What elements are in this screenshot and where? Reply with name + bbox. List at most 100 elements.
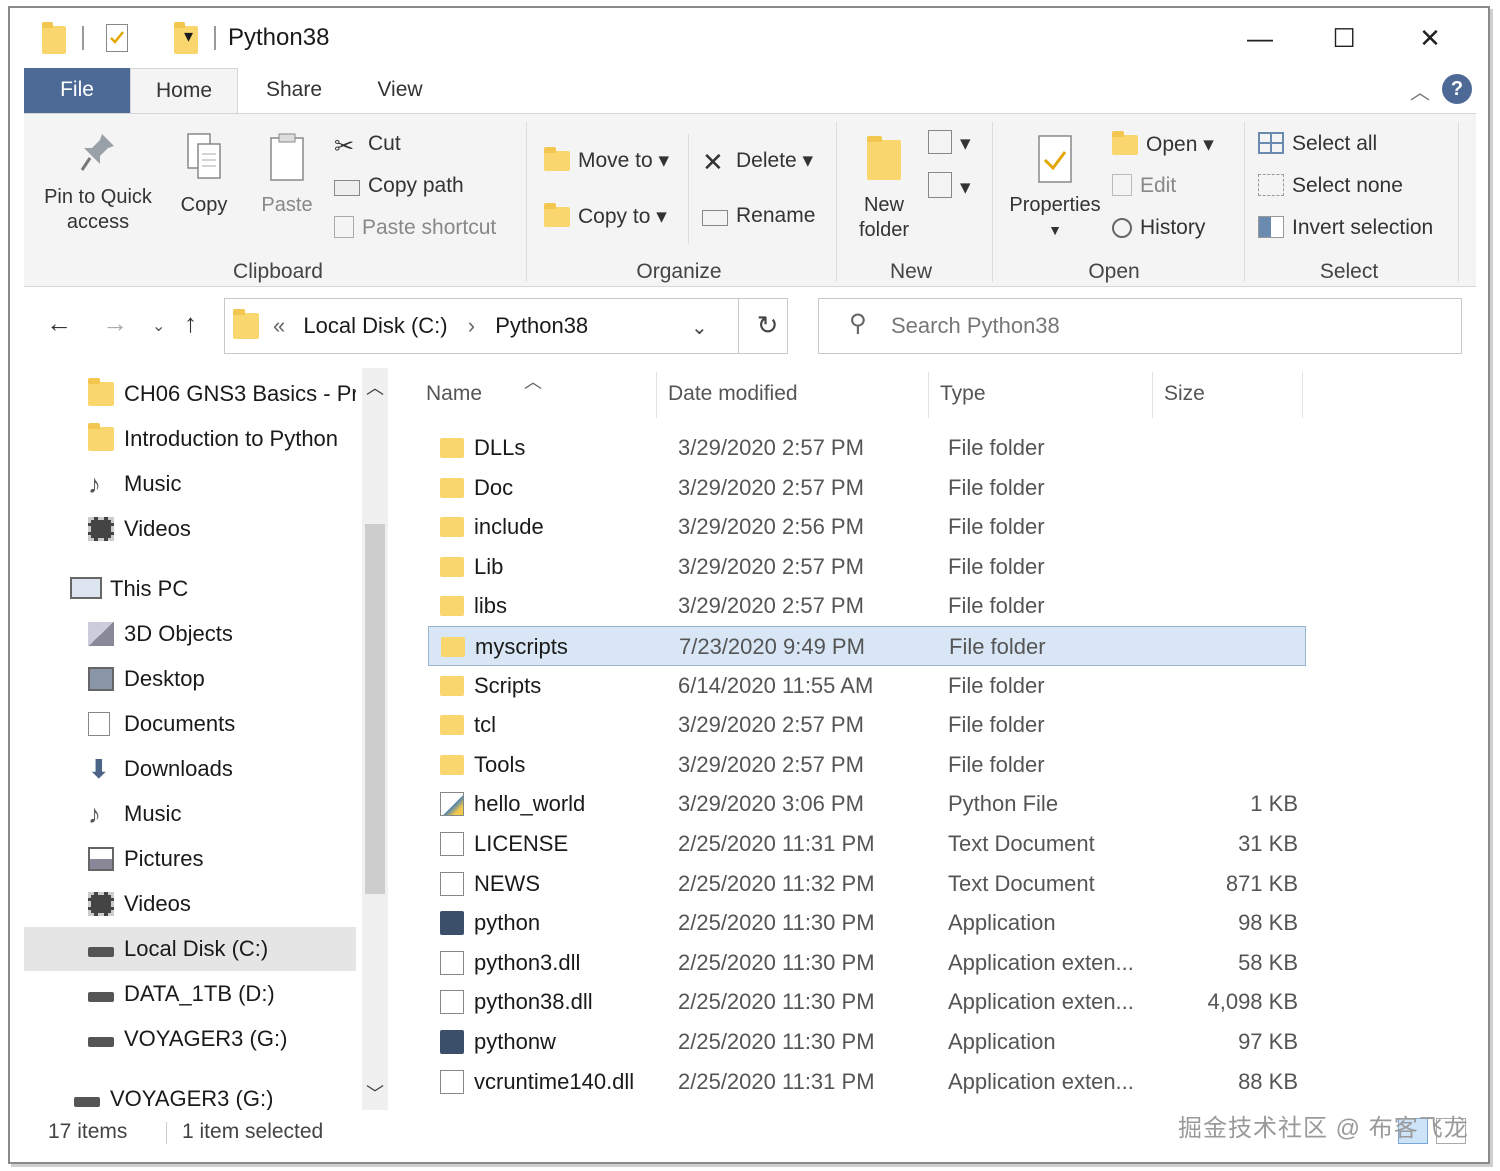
pin-to-quick-access-button[interactable]: Pin to Quick access — [32, 130, 164, 235]
folder-icon — [440, 755, 464, 775]
scroll-down-icon[interactable]: ﹀ — [366, 1080, 384, 1106]
open-button[interactable]: Open ▾ — [1112, 131, 1214, 157]
column-header-size[interactable]: Size — [1164, 382, 1205, 406]
search-input[interactable] — [891, 311, 1411, 341]
properties-check-icon[interactable] — [106, 24, 128, 52]
scroll-up-icon[interactable]: ︿ — [366, 374, 384, 400]
nav-item-videos[interactable]: Videos — [24, 507, 356, 551]
column-divider[interactable] — [1302, 372, 1303, 418]
nav-item-data-d[interactable]: DATA_1TB (D:) — [24, 972, 356, 1016]
qa-customize-icon[interactable]: ▾ — [184, 26, 193, 47]
nav-item-intro-python[interactable]: Introduction to Python — [24, 417, 356, 461]
copy-button[interactable]: Copy — [168, 130, 240, 218]
file-row[interactable]: Tools 3/29/2020 2:57 PM File folder — [428, 745, 1306, 785]
maximize-button[interactable]: ☐ — [1316, 18, 1372, 58]
nav-item-music[interactable]: ♪ Music — [24, 462, 356, 506]
file-row[interactable]: python 2/25/2020 11:30 PM Application 98 KB — [428, 903, 1306, 943]
select-all-button[interactable]: Select all — [1258, 132, 1377, 156]
file-row[interactable]: python38.dll 2/25/2020 11:30 PM Applicatio… — [428, 982, 1306, 1022]
address-dropdown-icon[interactable]: ⌄ — [691, 315, 708, 340]
column-divider[interactable] — [928, 372, 929, 418]
edit-icon — [1112, 174, 1132, 196]
nav-item-desktop[interactable]: Desktop — [24, 657, 356, 701]
history-button[interactable]: History — [1112, 216, 1205, 240]
nav-item-label: Downloads — [124, 756, 233, 781]
forward-arrow-icon[interactable]: → — [102, 308, 128, 339]
breadcrumb-overflow[interactable]: « — [273, 313, 285, 338]
new-item-button[interactable]: ▾ — [928, 130, 971, 156]
nav-item-local-disk-c[interactable]: Local Disk (C:) — [24, 927, 356, 971]
file-row[interactable]: tcl 3/29/2020 2:57 PM File folder — [428, 705, 1306, 745]
close-button[interactable]: ✕ — [1402, 18, 1458, 58]
back-arrow-icon[interactable]: ← — [46, 308, 72, 339]
help-icon[interactable]: ? — [1442, 74, 1472, 104]
collapse-ribbon-icon[interactable]: ︿ — [1410, 76, 1430, 105]
nav-scrollbar[interactable]: ︿ ﹀ — [362, 368, 388, 1110]
group-divider — [1244, 122, 1245, 282]
nav-item-ch06[interactable]: CH06 GNS3 Basics - Pre — [24, 372, 356, 416]
breadcrumb-python38[interactable]: Python38 — [495, 313, 588, 338]
breadcrumb-separator[interactable]: › — [468, 313, 475, 338]
search-box[interactable]: ⚲ — [818, 298, 1462, 354]
paste-button[interactable]: Paste — [250, 130, 324, 218]
tab-home[interactable]: Home — [130, 68, 238, 114]
file-row[interactable]: hello_world 3/29/2020 3:06 PM Python File 1… — [428, 784, 1306, 824]
nav-item-videos-2[interactable]: Videos — [24, 882, 356, 926]
file-row[interactable]: pythonw 2/25/2020 11:30 PM Application 97 K… — [428, 1022, 1306, 1062]
file-row[interactable]: vcruntime140.dll 2/25/2020 11:31 PM Applic… — [428, 1062, 1306, 1102]
nav-item-voyager-g-2[interactable]: VOYAGER3 (G:) — [24, 1077, 356, 1110]
organize-group-label: Organize — [636, 260, 722, 283]
drive-icon — [88, 947, 114, 957]
copy-to-button[interactable]: Copy to ▾ — [544, 203, 667, 229]
title-bar: ▾ Python38 — ☐ ✕ — [10, 8, 1488, 68]
nav-item-3d-objects[interactable]: 3D Objects — [24, 612, 356, 656]
tab-view[interactable]: View — [360, 68, 440, 114]
nav-item-downloads[interactable]: ⬇ Downloads — [24, 747, 356, 791]
select-none-button[interactable]: Select none — [1258, 174, 1403, 198]
invert-selection-button[interactable]: Invert selection — [1258, 216, 1433, 240]
nav-item-voyager-g[interactable]: VOYAGER3 (G:) — [24, 1017, 356, 1061]
up-arrow-icon[interactable]: ↑ — [184, 308, 197, 339]
file-row[interactable]: libs 3/29/2020 2:57 PM File folder — [428, 586, 1306, 626]
file-row[interactable]: myscripts 7/23/2020 9:49 PM File folder — [428, 626, 1306, 666]
file-row[interactable]: Lib 3/29/2020 2:57 PM File folder — [428, 547, 1306, 587]
file-row[interactable]: DLLs 3/29/2020 2:57 PM File folder — [428, 428, 1306, 468]
paste-shortcut-button[interactable]: Paste shortcut — [334, 216, 496, 240]
tab-share[interactable]: Share — [250, 68, 338, 114]
nav-item-this-pc[interactable]: This PC — [24, 567, 356, 611]
new-folder-button[interactable]: New folder — [844, 136, 924, 243]
nav-item-music-2[interactable]: ♪ Music — [24, 792, 356, 836]
breadcrumb-local-disk[interactable]: Local Disk (C:) — [303, 313, 447, 338]
move-to-button[interactable]: Move to ▾ — [544, 147, 669, 173]
music-icon: ♪ — [88, 469, 101, 499]
column-header-name[interactable]: Name — [426, 382, 482, 406]
column-divider[interactable] — [1152, 372, 1153, 418]
edit-button[interactable]: Edit — [1112, 174, 1176, 198]
window-title: Python38 — [228, 24, 330, 51]
address-bar[interactable]: « Local Disk (C:) › Python38 ⌄ — [224, 298, 788, 354]
scroll-thumb[interactable] — [365, 524, 385, 894]
delete-button[interactable]: ✕ Delete ▾ — [702, 148, 813, 175]
properties-button[interactable]: Properties ▼ — [1000, 134, 1110, 243]
minimize-button[interactable]: — — [1232, 18, 1288, 58]
easy-access-button[interactable]: ▾ — [928, 172, 971, 200]
tab-file[interactable]: File — [24, 68, 130, 114]
column-header-date[interactable]: Date modified — [668, 382, 798, 406]
nav-item-pictures[interactable]: Pictures — [24, 837, 356, 881]
file-row[interactable]: NEWS 2/25/2020 11:32 PM Text Document 871 K… — [428, 864, 1306, 904]
file-row[interactable]: include 3/29/2020 2:56 PM File folder — [428, 507, 1306, 547]
cut-button[interactable]: ✂ Cut — [334, 132, 401, 160]
file-row[interactable]: Scripts 6/14/2020 11:55 AM File folder — [428, 666, 1306, 706]
column-divider[interactable] — [656, 372, 657, 418]
rename-button[interactable]: Rename — [702, 204, 815, 228]
file-row[interactable]: python3.dll 2/25/2020 11:30 PM Application… — [428, 943, 1306, 983]
file-size: 58 KB — [1238, 950, 1298, 975]
column-header-type[interactable]: Type — [940, 382, 986, 406]
nav-item-documents[interactable]: Documents — [24, 702, 356, 746]
recent-locations-icon[interactable]: ⌄ — [152, 316, 165, 336]
refresh-icon[interactable]: ↻ — [738, 298, 796, 354]
file-row[interactable]: LICENSE 2/25/2020 11:31 PM Text Document 31… — [428, 824, 1306, 864]
qa-separator — [82, 26, 84, 50]
file-row[interactable]: Doc 3/29/2020 2:57 PM File folder — [428, 468, 1306, 508]
copy-path-button[interactable]: Copy path — [334, 174, 464, 198]
